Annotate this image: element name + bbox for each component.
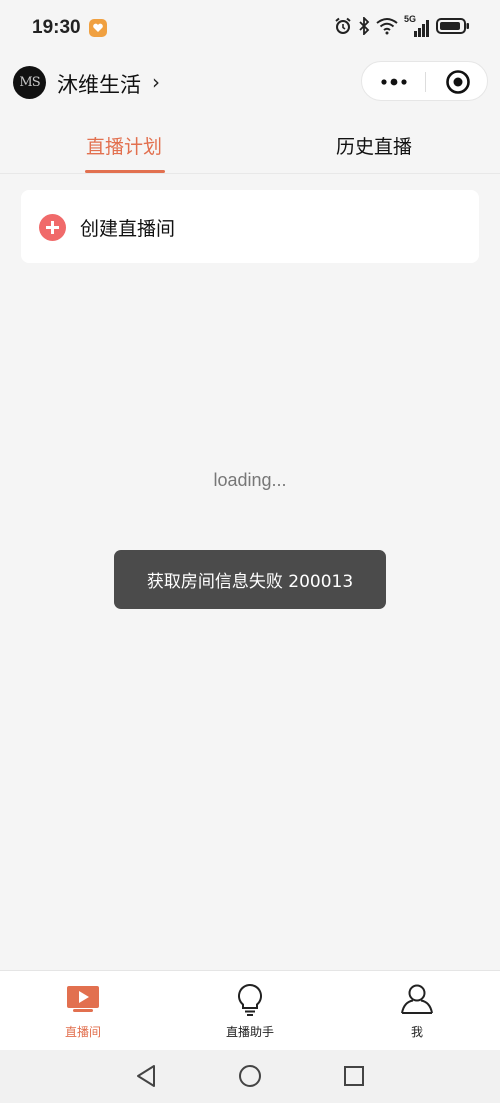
status-time: 19:30	[32, 17, 81, 38]
home-nav-icon[interactable]	[238, 1064, 262, 1092]
close-miniprogram-button[interactable]	[426, 62, 489, 102]
recents-nav-icon[interactable]	[343, 1064, 365, 1092]
back-nav-icon[interactable]	[135, 1064, 157, 1092]
capsule-menu	[361, 61, 488, 101]
wifi-icon	[376, 17, 398, 39]
plus-icon	[39, 214, 66, 241]
tab-bar-top: 直播计划 历史直播	[0, 112, 500, 174]
tab-live-plan[interactable]: 直播计划	[86, 132, 162, 159]
status-bar: 19:30 5G	[0, 0, 500, 56]
bluetooth-icon	[358, 15, 370, 39]
app-badge-icon	[89, 19, 107, 37]
tabbar-item-live-room[interactable]: 直播间	[0, 971, 166, 1051]
status-icons: 5G	[334, 14, 470, 40]
loading-text: loading...	[213, 470, 287, 490]
tabbar-label-live-assistant: 直播助手	[225, 1025, 274, 1039]
mini-program-header: MS 沐维生活 ›	[0, 56, 500, 108]
tab-active-indicator	[85, 170, 165, 173]
more-dots-icon	[380, 78, 407, 86]
more-button[interactable]	[362, 62, 425, 102]
person-icon	[400, 983, 434, 1019]
avatar-logo-text: MS	[19, 75, 40, 90]
lightbulb-icon	[235, 983, 265, 1021]
target-close-icon	[445, 70, 470, 94]
create-room-button[interactable]: 创建直播间	[21, 190, 479, 263]
tabbar-item-live-assistant[interactable]: 直播助手	[167, 971, 333, 1051]
battery-icon	[436, 17, 470, 39]
avatar[interactable]: MS	[13, 66, 46, 99]
tabbar-item-me[interactable]: 我	[334, 971, 500, 1051]
chevron-right-icon[interactable]: ›	[152, 70, 160, 94]
create-room-label: 创建直播间	[80, 218, 176, 240]
tv-play-icon	[66, 983, 100, 1017]
tabbar-label-me: 我	[410, 1025, 423, 1039]
alarm-icon	[334, 17, 352, 39]
error-toast: 获取房间信息失败 200013	[114, 550, 386, 609]
tabbar-label-live-room: 直播间	[64, 1025, 101, 1039]
error-toast-text: 获取房间信息失败 200013	[146, 572, 354, 592]
bottom-tab-bar: 直播间 直播助手 我	[0, 970, 500, 1050]
app-title[interactable]: 沐维生活	[57, 69, 141, 99]
signal-icon: 5G	[404, 14, 430, 38]
system-navigation-bar	[0, 1050, 500, 1103]
tab-live-history[interactable]: 历史直播	[336, 132, 412, 159]
